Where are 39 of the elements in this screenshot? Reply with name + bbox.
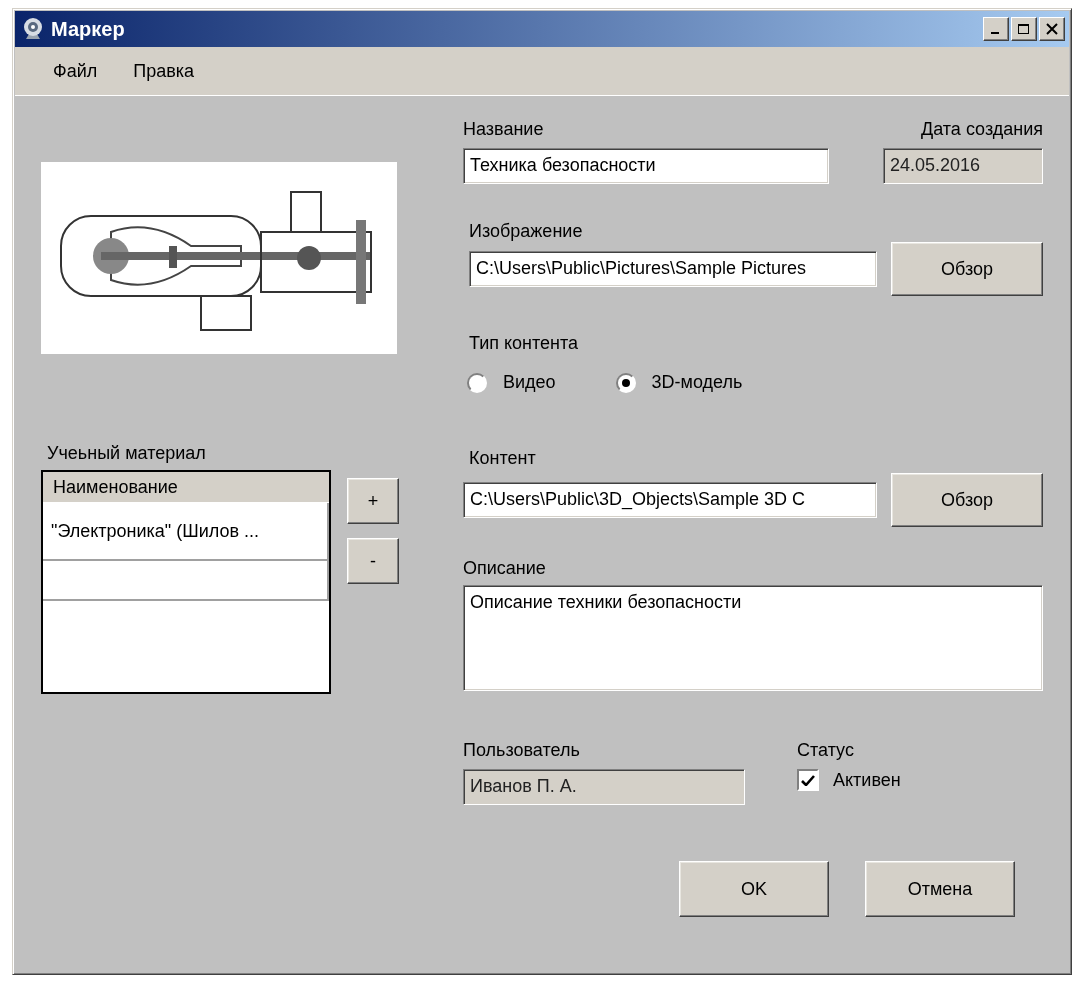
field-label: Статус bbox=[797, 739, 855, 761]
browse-button[interactable]: Обзор bbox=[891, 242, 1043, 296]
list-item[interactable]: "Электроника" (Шилов ... bbox=[43, 503, 329, 561]
text-field[interactable]: C:\Users\Public\Pictures\Sample Pictures bbox=[469, 251, 877, 287]
radio-button[interactable] bbox=[467, 372, 487, 393]
remove-button[interactable]: - bbox=[347, 538, 399, 584]
window-title: Маркер bbox=[51, 17, 125, 41]
minimize-icon bbox=[990, 32, 999, 34]
empty-row[interactable] bbox=[43, 561, 329, 601]
column-header[interactable]: Наименование bbox=[43, 472, 329, 503]
menu-item[interactable]: Правка bbox=[131, 58, 197, 84]
ok-button[interactable]: OK bbox=[679, 861, 829, 917]
checkbox[interactable] bbox=[797, 769, 819, 791]
checkmark-icon bbox=[801, 774, 815, 786]
cancel-button[interactable]: Отмена bbox=[865, 861, 1015, 917]
checkbox-label[interactable]: Активен bbox=[833, 769, 901, 791]
radio-label[interactable]: 3D-модель bbox=[651, 372, 743, 393]
radio-label[interactable]: Видео bbox=[503, 372, 556, 393]
maximize-icon bbox=[1017, 23, 1031, 35]
maximize-button[interactable] bbox=[1011, 17, 1037, 41]
add-button[interactable]: + bbox=[347, 478, 399, 524]
minimize-button[interactable] bbox=[983, 17, 1009, 41]
radio-button[interactable] bbox=[615, 372, 636, 393]
text-field[interactable]: C:\Users\Public\3D_Objects\Sample 3D C bbox=[463, 482, 877, 518]
field-label: Описание bbox=[463, 557, 547, 579]
browse-button[interactable]: Обзор bbox=[891, 473, 1043, 527]
menu-item[interactable]: Файл bbox=[51, 58, 100, 84]
field-label: Дата создания bbox=[921, 118, 1043, 140]
field-label: Изображение bbox=[469, 220, 584, 242]
close-button[interactable] bbox=[1039, 17, 1065, 41]
field-label: Пользователь bbox=[463, 739, 581, 761]
close-icon bbox=[1045, 23, 1059, 35]
app-icon bbox=[21, 17, 45, 41]
text-field[interactable]: Техника безопасности bbox=[463, 148, 829, 184]
text-area[interactable]: Описание техники безопасности bbox=[463, 585, 1043, 691]
field-label: Тип контента bbox=[469, 332, 580, 354]
field-label: Контент bbox=[469, 447, 537, 469]
field-label: Название bbox=[463, 118, 545, 140]
field-label: Учеьный материал bbox=[47, 442, 207, 464]
